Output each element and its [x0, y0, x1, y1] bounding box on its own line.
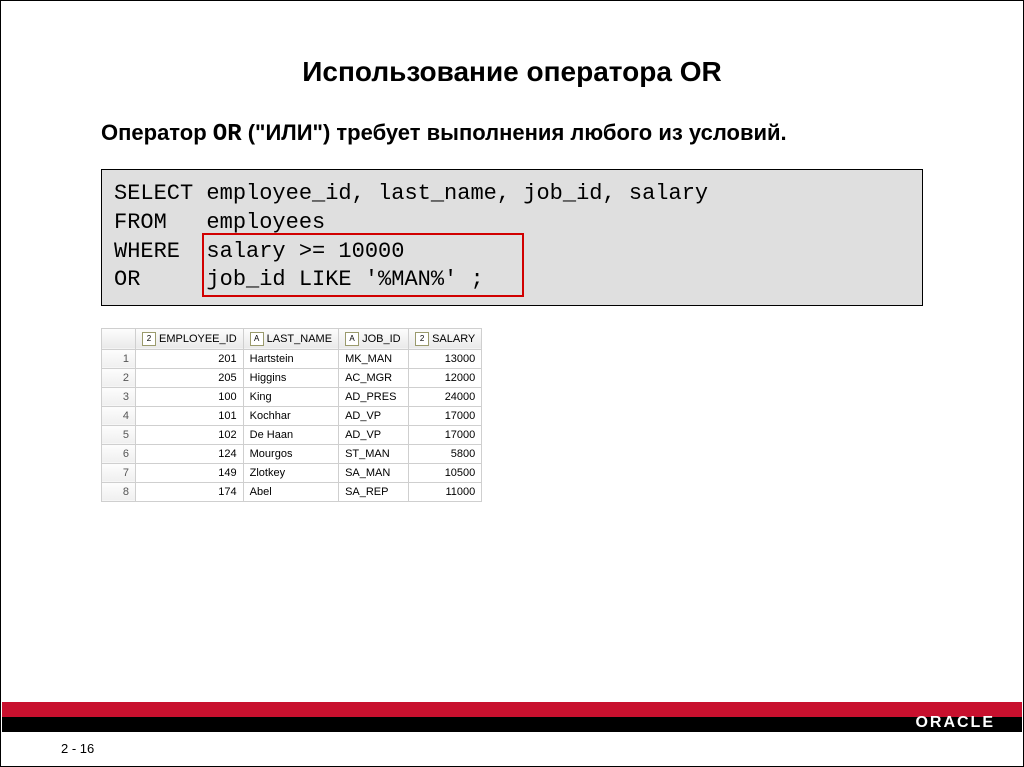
cell-employee-id: 102: [136, 425, 244, 444]
row-number: 5: [102, 425, 136, 444]
subtitle-code: OR: [213, 121, 242, 148]
cell-salary: 17000: [409, 425, 482, 444]
table-row: 1 201 Hartstein MK_MAN 13000: [102, 349, 482, 368]
cell-job-id: MK_MAN: [339, 349, 409, 368]
oracle-logo-text: ORACLE: [915, 714, 995, 732]
cell-salary: 17000: [409, 406, 482, 425]
footer-bars: [2, 702, 1022, 732]
cell-salary: 24000: [409, 387, 482, 406]
number-col-icon: 2: [415, 332, 429, 346]
cell-job-id: SA_MAN: [339, 463, 409, 482]
footer-bar-red: [2, 702, 1022, 717]
table-row: 5 102 De Haan AD_VP 17000: [102, 425, 482, 444]
col-header-employee-id: 2EMPLOYEE_ID: [136, 328, 244, 349]
cell-last-name: Abel: [243, 482, 338, 501]
cell-salary: 11000: [409, 482, 482, 501]
table-row: 7 149 Zlotkey SA_MAN 10500: [102, 463, 482, 482]
slide-subtitle: Оператор OR ("ИЛИ") требует выполнения л…: [101, 118, 923, 151]
text-col-icon: A: [345, 332, 359, 346]
col-header-last-name: ALAST_NAME: [243, 328, 338, 349]
slide-title: Использование оператора OR: [1, 56, 1023, 88]
table-row: 8 174 Abel SA_REP 11000: [102, 482, 482, 501]
page-number: 2 - 16: [61, 741, 94, 756]
cell-last-name: Higgins: [243, 368, 338, 387]
result-table: 2EMPLOYEE_ID ALAST_NAME AJOB_ID 2SALARY …: [101, 328, 482, 502]
cell-job-id: ST_MAN: [339, 444, 409, 463]
cell-last-name: De Haan: [243, 425, 338, 444]
cell-job-id: AD_VP: [339, 406, 409, 425]
row-number-header: [102, 328, 136, 349]
col-header-label: SALARY: [432, 333, 475, 345]
table-row: 3 100 King AD_PRES 24000: [102, 387, 482, 406]
col-header-salary: 2SALARY: [409, 328, 482, 349]
code-line-2: FROM employees: [114, 209, 910, 238]
row-number: 2: [102, 368, 136, 387]
cell-job-id: SA_REP: [339, 482, 409, 501]
row-number: 4: [102, 406, 136, 425]
cell-last-name: Zlotkey: [243, 463, 338, 482]
table-row: 4 101 Kochhar AD_VP 17000: [102, 406, 482, 425]
cell-employee-id: 124: [136, 444, 244, 463]
text-col-icon: A: [250, 332, 264, 346]
row-number: 1: [102, 349, 136, 368]
cell-last-name: King: [243, 387, 338, 406]
col-header-label: LAST_NAME: [267, 333, 332, 345]
cell-employee-id: 201: [136, 349, 244, 368]
row-number: 7: [102, 463, 136, 482]
code-line-1: SELECT employee_id, last_name, job_id, s…: [114, 180, 910, 209]
cell-salary: 10500: [409, 463, 482, 482]
col-header-label: EMPLOYEE_ID: [159, 333, 237, 345]
table-row: 6 124 Mourgos ST_MAN 5800: [102, 444, 482, 463]
table-row: 2 205 Higgins AC_MGR 12000: [102, 368, 482, 387]
code-line-4: OR job_id LIKE '%MAN%' ;: [114, 266, 910, 295]
cell-job-id: AD_PRES: [339, 387, 409, 406]
cell-employee-id: 100: [136, 387, 244, 406]
row-number: 8: [102, 482, 136, 501]
cell-employee-id: 174: [136, 482, 244, 501]
slide-container: Использование оператора OR Оператор OR (…: [0, 0, 1024, 767]
result-table-container: 2EMPLOYEE_ID ALAST_NAME AJOB_ID 2SALARY …: [101, 328, 1023, 502]
subtitle-rest: ("ИЛИ") требует выполнения любого из усл…: [242, 120, 787, 145]
cell-employee-id: 205: [136, 368, 244, 387]
row-number: 6: [102, 444, 136, 463]
sql-code-box: SELECT employee_id, last_name, job_id, s…: [101, 169, 923, 305]
cell-last-name: Hartstein: [243, 349, 338, 368]
col-header-label: JOB_ID: [362, 333, 401, 345]
code-line-3: WHERE salary >= 10000: [114, 238, 910, 267]
subtitle-prefix: Оператор: [101, 120, 213, 145]
cell-employee-id: 149: [136, 463, 244, 482]
cell-salary: 13000: [409, 349, 482, 368]
footer-bar-black: [2, 717, 1022, 732]
cell-salary: 12000: [409, 368, 482, 387]
cell-job-id: AD_VP: [339, 425, 409, 444]
col-header-job-id: AJOB_ID: [339, 328, 409, 349]
row-number: 3: [102, 387, 136, 406]
cell-job-id: AC_MGR: [339, 368, 409, 387]
cell-last-name: Mourgos: [243, 444, 338, 463]
number-col-icon: 2: [142, 332, 156, 346]
cell-salary: 5800: [409, 444, 482, 463]
oracle-logo: ORACLE: [915, 712, 995, 734]
cell-last-name: Kochhar: [243, 406, 338, 425]
cell-employee-id: 101: [136, 406, 244, 425]
table-header-row: 2EMPLOYEE_ID ALAST_NAME AJOB_ID 2SALARY: [102, 328, 482, 349]
